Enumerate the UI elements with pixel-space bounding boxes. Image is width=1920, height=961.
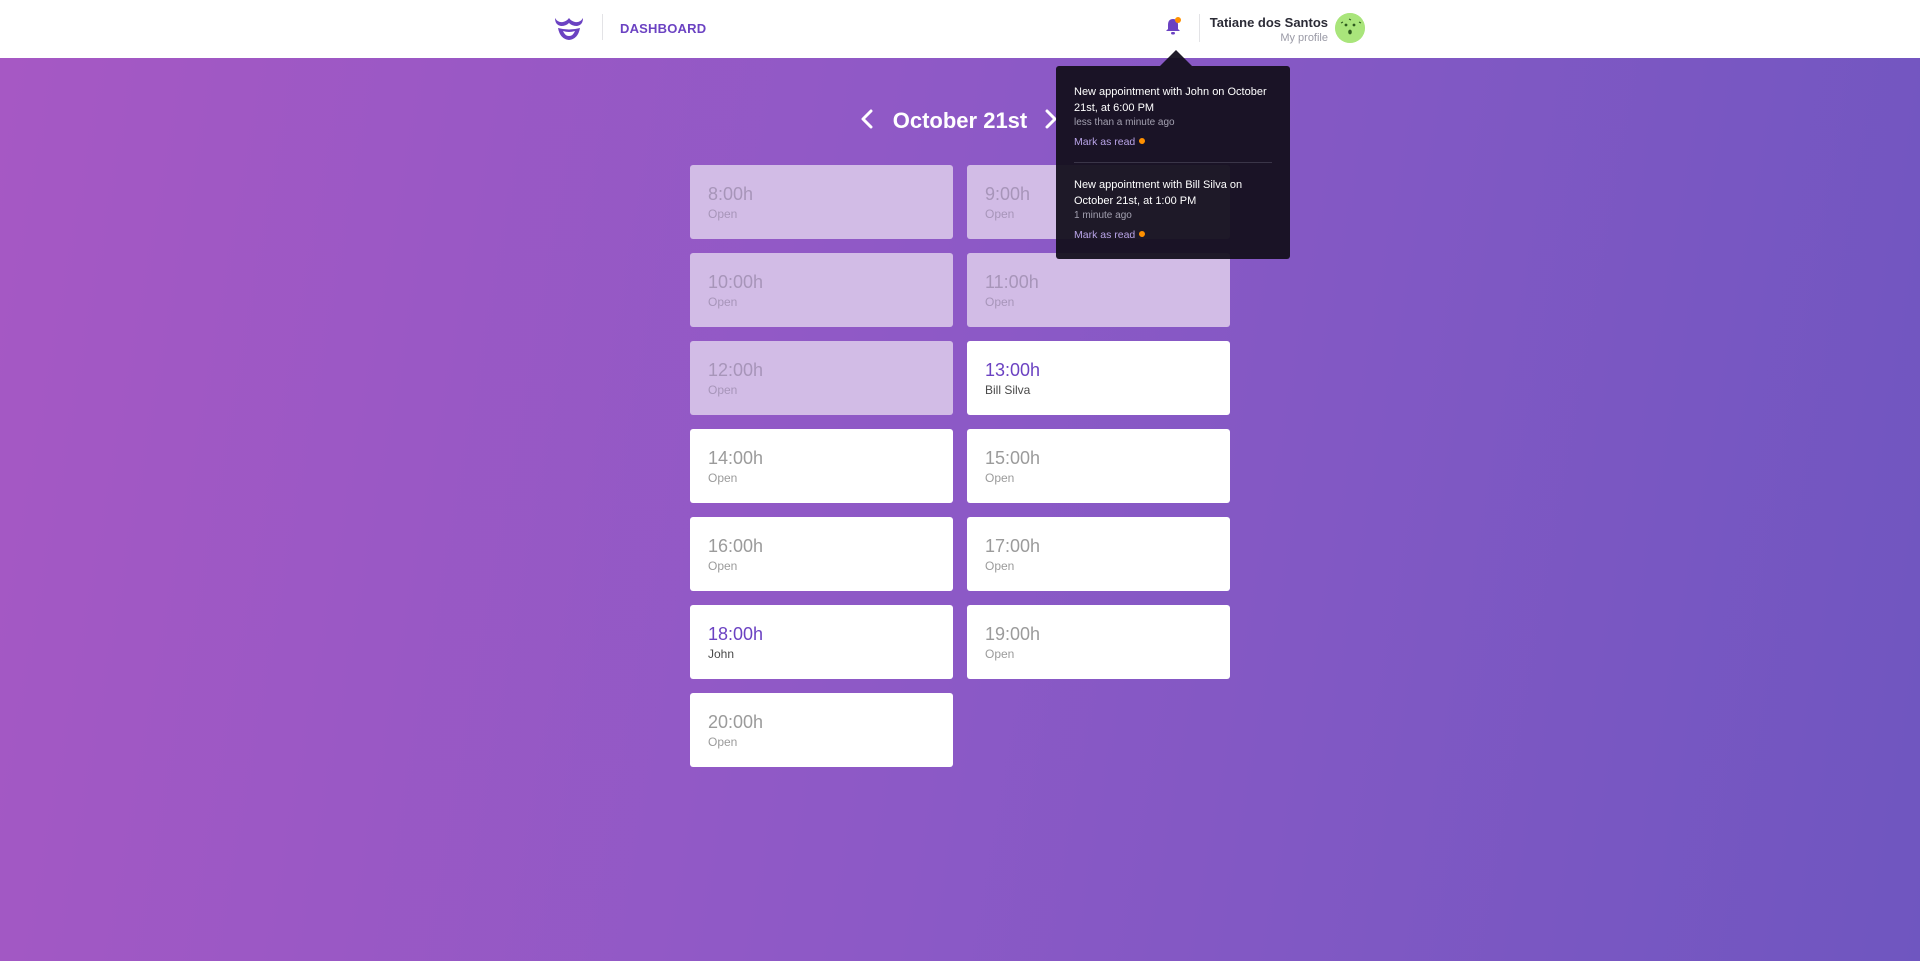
- unread-dot: [1139, 138, 1146, 145]
- date-navigation: October 21st: [0, 104, 1920, 136]
- notification-time: less than a minute ago: [1074, 117, 1175, 128]
- notifications-popover: New appointment with John on October 21s…: [1056, 66, 1290, 259]
- user-name: Tatiane dos Santos: [1209, 15, 1328, 30]
- slot-time: 15:00h: [985, 448, 1041, 468]
- time-slot[interactable]: 20:00h Open: [690, 693, 953, 767]
- time-slot[interactable]: 8:00h Open: [690, 165, 953, 239]
- notification-text: New appointment with Bill Silva on Octob…: [1074, 179, 1243, 207]
- slot-status: Open: [985, 559, 1015, 573]
- slot-status: Open: [708, 295, 738, 309]
- time-slot[interactable]: 14:00h Open: [690, 429, 953, 503]
- top-header: DASHBOARD Tatiane dos Santos My profile: [0, 0, 1920, 58]
- time-slot[interactable]: 17:00h Open: [967, 517, 1230, 591]
- avatar[interactable]: [1335, 13, 1365, 43]
- slot-status: Open: [708, 207, 738, 221]
- time-slot[interactable]: 12:00h Open: [690, 341, 953, 415]
- main-content: [0, 58, 1920, 961]
- slot-time: 19:00h: [985, 624, 1041, 644]
- slot-time: 17:00h: [985, 536, 1041, 556]
- mark-as-read-button[interactable]: Mark as read: [1074, 136, 1146, 148]
- avatar-face-icon: [1335, 13, 1365, 43]
- slot-status: Open: [985, 207, 1015, 221]
- time-slot[interactable]: 18:00h John: [690, 605, 953, 679]
- selected-date-title: October 21st: [892, 108, 1028, 133]
- notifications-popover-arrow: [1160, 50, 1192, 66]
- header-divider: [602, 14, 603, 40]
- slot-time: 16:00h: [708, 536, 764, 556]
- time-slot[interactable]: 11:00h Open: [967, 253, 1230, 327]
- slot-status: Bill Silva: [985, 383, 1031, 397]
- slot-time: 14:00h: [708, 448, 764, 468]
- slot-status: Open: [708, 383, 738, 397]
- slot-status: Open: [708, 735, 738, 749]
- slot-status: Open: [985, 647, 1015, 661]
- mark-as-read-button[interactable]: Mark as read: [1074, 229, 1146, 241]
- mark-as-read-label: Mark as read: [1074, 229, 1136, 241]
- slot-time: 13:00h: [985, 360, 1041, 380]
- notification-divider: [1074, 162, 1272, 163]
- time-slot[interactable]: 16:00h Open: [690, 517, 953, 591]
- slot-status: Open: [985, 471, 1015, 485]
- slot-status: John: [708, 647, 735, 661]
- mustache-logo-icon[interactable]: [552, 14, 586, 42]
- time-slot[interactable]: 10:00h Open: [690, 253, 953, 327]
- nav-dashboard-link[interactable]: DASHBOARD: [620, 21, 706, 36]
- unread-indicator: [1175, 17, 1181, 23]
- slot-time: 10:00h: [708, 272, 764, 292]
- my-profile-link[interactable]: My profile: [1280, 32, 1328, 44]
- header-divider-right: [1199, 14, 1200, 42]
- notification-text: New appointment with John on October 21s…: [1074, 86, 1267, 114]
- slot-time: 9:00h: [985, 184, 1031, 204]
- mark-as-read-label: Mark as read: [1074, 136, 1136, 148]
- slot-time: 20:00h: [708, 712, 764, 732]
- notification-item: New appointment with Bill Silva on Octob…: [1074, 177, 1274, 243]
- slot-time: 11:00h: [985, 272, 1039, 292]
- chevron-left-icon[interactable]: [858, 108, 876, 130]
- slot-time: 8:00h: [708, 184, 754, 204]
- time-slot[interactable]: 13:00h Bill Silva: [967, 341, 1230, 415]
- slot-status: Open: [708, 471, 738, 485]
- time-slot[interactable]: 15:00h Open: [967, 429, 1230, 503]
- slot-status: Open: [708, 559, 738, 573]
- time-slot[interactable]: 19:00h Open: [967, 605, 1230, 679]
- notification-time: 1 minute ago: [1074, 210, 1132, 221]
- unread-dot: [1139, 231, 1146, 238]
- notification-item: New appointment with John on October 21s…: [1074, 84, 1274, 150]
- slot-time: 18:00h: [708, 624, 764, 644]
- slot-time: 12:00h: [708, 360, 764, 380]
- bell-icon[interactable]: [1163, 17, 1183, 37]
- slot-status: Open: [985, 295, 1015, 309]
